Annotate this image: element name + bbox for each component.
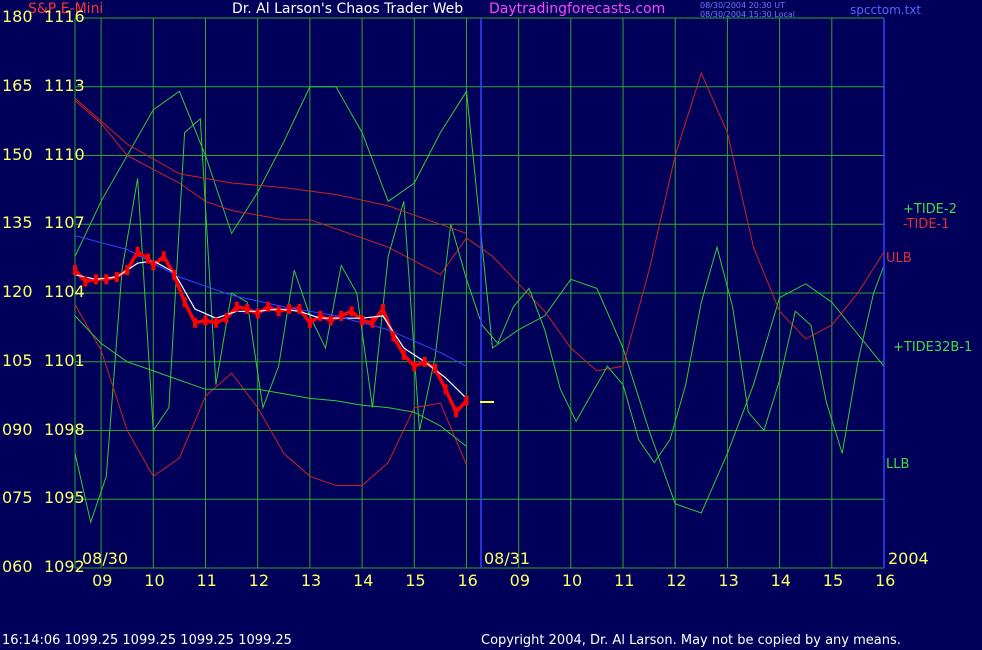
series-line-4 xyxy=(74,304,467,486)
price-bar xyxy=(412,361,417,372)
price-bar xyxy=(203,315,208,326)
x-tick-hour: 12 xyxy=(248,571,270,590)
price-bar xyxy=(380,304,385,314)
legend-ulb: ULB xyxy=(886,251,912,266)
x-tick-hour: 14 xyxy=(353,571,374,590)
price-bar xyxy=(360,315,365,326)
x-tick-hour: 11 xyxy=(614,571,635,590)
price-bar xyxy=(73,265,77,276)
series-line-1 xyxy=(74,260,467,399)
y-tick-oscillator: 105 xyxy=(2,350,33,370)
price-bar xyxy=(454,407,458,418)
x-tick-hour: 13 xyxy=(718,571,739,590)
price-bar xyxy=(125,265,130,276)
grid xyxy=(74,17,885,569)
oscillator-line-0 xyxy=(74,86,885,514)
price-bar xyxy=(245,304,250,314)
x-tick-hour: 09 xyxy=(92,571,113,590)
y-tick-oscillator: 135 xyxy=(2,213,33,233)
y-tick-price: 1092 xyxy=(44,557,85,576)
year-label: 2004 xyxy=(888,549,929,568)
price-bar xyxy=(422,356,427,367)
timestamp-ut: 08/30/2004 20:30 UT xyxy=(700,1,785,10)
legend-llb: LLB xyxy=(886,457,910,472)
y-tick-oscillator: 060 xyxy=(2,557,33,576)
y-tick-oscillator: 150 xyxy=(2,144,33,164)
price-bar xyxy=(172,269,177,280)
y-tick-oscillator: 120 xyxy=(2,282,33,301)
x-tick-hour: 15 xyxy=(822,571,844,590)
price-bar xyxy=(135,246,140,257)
price-bar xyxy=(328,315,333,326)
copyright: Copyright 2004, Dr. Al Larson. May not b… xyxy=(481,633,901,648)
price-bar xyxy=(161,251,166,262)
price-bar xyxy=(401,349,406,360)
y-tick-price: 1110 xyxy=(44,144,85,164)
price-bar xyxy=(349,306,354,317)
x-tick-hour: 16 xyxy=(457,571,478,590)
y-tick-oscillator: 165 xyxy=(2,75,33,95)
legend-tide32: +TIDE32B-1 xyxy=(893,340,973,355)
y-tick-price: 1098 xyxy=(44,419,85,439)
timestamp-local: 08/30/2004 15:30 Local xyxy=(700,10,795,19)
price-bar xyxy=(297,304,302,314)
x-tick-hour: 12 xyxy=(666,571,687,590)
page-title: Dr. Al Larson's Chaos Trader Web xyxy=(232,1,464,17)
price-bar xyxy=(433,363,438,374)
y-tick-price: 1095 xyxy=(44,488,85,508)
y-tick-oscillator: 090 xyxy=(2,419,33,439)
price-bar xyxy=(193,317,197,328)
price-bar xyxy=(234,301,239,312)
y-tick-oscillator: 075 xyxy=(2,488,33,508)
price-bar xyxy=(114,272,119,282)
price-bar xyxy=(443,384,448,395)
x-tick-hour: 14 xyxy=(770,571,791,590)
chart-window: S&P E-Mini Dr. Al Larson's Chaos Trader … xyxy=(0,0,982,650)
price-bar xyxy=(213,317,218,328)
price-bar xyxy=(276,306,281,317)
series-lines xyxy=(73,71,885,525)
price-bar xyxy=(339,310,344,321)
price-bar xyxy=(370,317,375,328)
price-bar xyxy=(224,313,229,324)
y-tick-price: 1104 xyxy=(44,282,85,301)
file-name: spcctom.txt xyxy=(850,3,922,17)
date-label-start: 08/30 xyxy=(82,549,129,568)
price-bar xyxy=(318,310,323,321)
y-tick-oscillator: 180 xyxy=(2,7,33,26)
x-tick-hour: 10 xyxy=(144,571,165,590)
price-bar xyxy=(391,331,396,342)
y-tick-price: 1113 xyxy=(44,75,85,95)
price-bar xyxy=(255,308,260,319)
x-tick-hour: 15 xyxy=(405,571,426,590)
y-tick-price: 1107 xyxy=(44,213,85,233)
price-bar xyxy=(182,297,187,308)
y-tick-price: 1101 xyxy=(44,350,85,370)
price-bar xyxy=(104,274,109,285)
legend-tide1: -TIDE-1 xyxy=(903,217,950,232)
price-bar xyxy=(266,301,271,312)
site-link[interactable]: Daytradingforecasts.com xyxy=(489,2,665,16)
x-tick-hour: 09 xyxy=(509,571,530,590)
legend-tide2: +TIDE-2 xyxy=(903,202,957,217)
series-line-5 xyxy=(74,315,467,447)
quote-readout: 16:14:06 1099.25 1099.25 1099.25 1099.25 xyxy=(2,633,292,648)
x-tick-hour: 11 xyxy=(196,571,217,590)
price-bar xyxy=(464,395,469,406)
y-tick-price: 1116 xyxy=(44,7,85,26)
x-tick-hour: 10 xyxy=(561,571,583,590)
date-label-next: 08/31 xyxy=(484,549,531,568)
x-tick-hour: 16 xyxy=(875,571,896,590)
price-bar xyxy=(307,317,312,328)
x-tick-hour: 13 xyxy=(300,571,322,590)
price-bar xyxy=(151,260,156,271)
price-bar xyxy=(287,304,291,314)
price-bar xyxy=(146,253,151,264)
series-line-3 xyxy=(74,97,467,234)
price-bar xyxy=(93,274,98,285)
